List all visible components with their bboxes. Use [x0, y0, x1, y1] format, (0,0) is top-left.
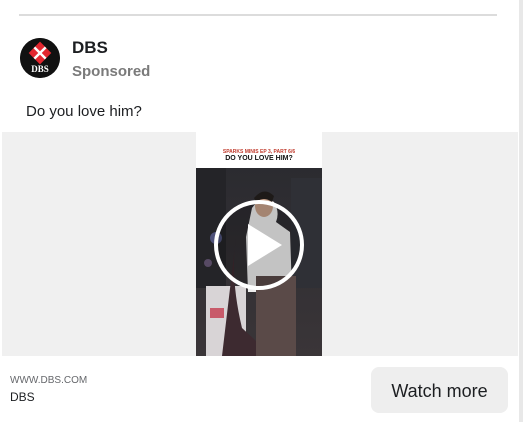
post-text: Do you love him? — [26, 103, 142, 120]
dbs-logo-icon: DBS — [20, 38, 60, 78]
link-name[interactable]: DBS — [10, 390, 35, 404]
svg-text:DBS: DBS — [31, 64, 49, 74]
ad-post-card: DBS DBS Sponsored Do you love him? SPARK… — [0, 0, 523, 422]
advertiser-avatar[interactable]: DBS — [20, 38, 60, 78]
video-title-text: DO YOU LOVE HIM? — [225, 155, 293, 162]
watch-more-button[interactable]: Watch more — [371, 367, 508, 413]
advertiser-name[interactable]: DBS — [72, 38, 108, 58]
sponsored-label: Sponsored — [72, 63, 151, 80]
top-divider — [19, 14, 497, 16]
play-icon[interactable] — [214, 200, 304, 290]
scrollbar[interactable] — [519, 0, 523, 422]
link-domain[interactable]: WWW.DBS.COM — [10, 375, 87, 386]
